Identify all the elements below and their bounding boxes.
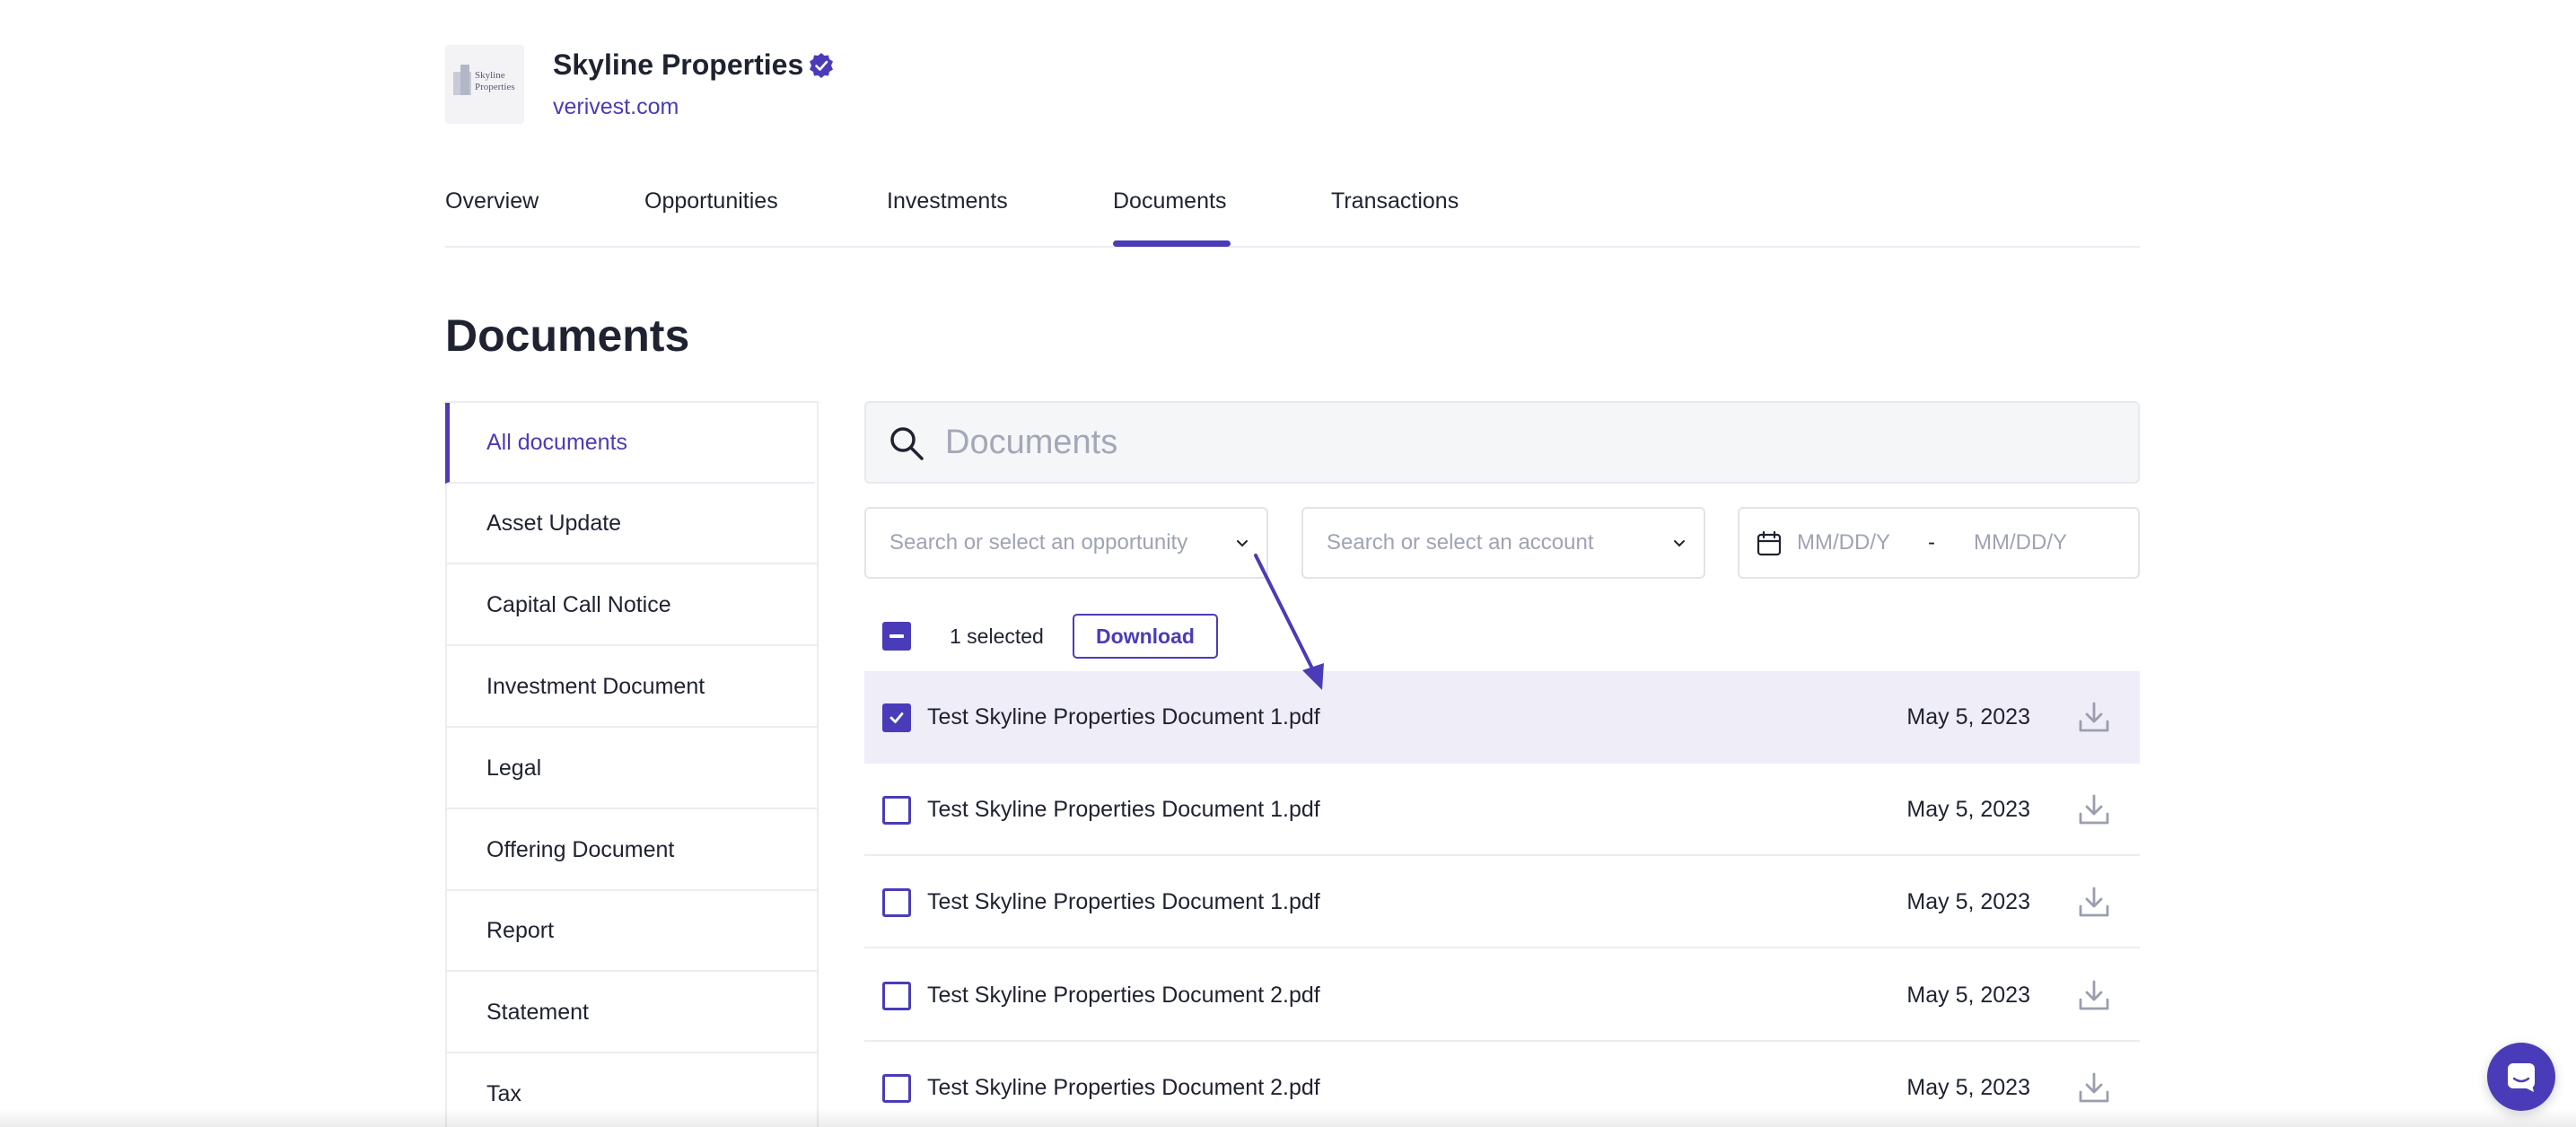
sidebar-item-statement[interactable]: Statement (447, 973, 817, 1053)
document-date: May 5, 2023 (1906, 1075, 2030, 1100)
document-name[interactable]: Test Skyline Properties Document 1.pdf (927, 701, 1320, 733)
opportunity-select-placeholder: Search or select an opportunity (889, 530, 1188, 555)
sidebar-item-legal[interactable]: Legal (447, 729, 817, 809)
document-checkbox[interactable] (882, 796, 911, 825)
document-row[interactable]: Test Skyline Properties Document 1.pdf M… (864, 856, 2140, 948)
search-input[interactable] (945, 415, 2112, 469)
chevron-down-icon (1674, 540, 1685, 547)
download-icon[interactable] (2075, 698, 2113, 736)
tab-overview[interactable]: Overview (445, 185, 539, 217)
page-title: Documents (445, 310, 690, 361)
document-name[interactable]: Test Skyline Properties Document 1.pdf (927, 886, 1320, 918)
download-icon[interactable] (2075, 976, 2113, 1014)
tab-bar: Overview Opportunities Investments Docum… (445, 176, 2140, 248)
selected-count: 1 selected (950, 625, 1044, 648)
select-all-checkbox[interactable] (882, 622, 911, 651)
bottom-shadow (0, 1109, 2576, 1127)
document-row[interactable]: Test Skyline Properties Document 1.pdf M… (864, 671, 2140, 764)
document-date: May 5, 2023 (1906, 704, 2030, 729)
date-separator: - (1928, 530, 1935, 555)
verified-badge-icon (810, 53, 833, 78)
sidebar-item-asset-update[interactable]: Asset Update (447, 484, 817, 564)
document-row[interactable]: Test Skyline Properties Document 1.pdf M… (864, 764, 2140, 856)
sidebar-item-investment-document[interactable]: Investment Document (447, 647, 817, 728)
annotation-arrow-icon (1254, 554, 1324, 690)
tab-transactions[interactable]: Transactions (1331, 185, 1459, 217)
document-name[interactable]: Test Skyline Properties Document 1.pdf (927, 793, 1320, 826)
chevron-down-icon (1237, 540, 1248, 547)
opportunity-select[interactable]: Search or select an opportunity (864, 507, 1268, 579)
download-icon[interactable] (2075, 1069, 2113, 1106)
org-website-link[interactable]: verivest.com (553, 92, 679, 122)
tab-documents[interactable]: Documents (1113, 185, 1226, 217)
active-tab-indicator (1113, 240, 1231, 247)
org-name: Skyline Properties (553, 48, 804, 81)
document-checkbox[interactable] (882, 888, 911, 917)
chat-launcher-button[interactable] (2487, 1043, 2555, 1111)
date-from-input[interactable]: MM/DD/Y (1797, 529, 1890, 557)
tab-investments[interactable]: Investments (887, 185, 1008, 217)
download-icon[interactable] (2075, 883, 2113, 921)
document-date: May 5, 2023 (1906, 983, 2030, 1008)
tab-opportunities[interactable]: Opportunities (644, 185, 778, 217)
search-icon (890, 427, 924, 460)
date-range-picker[interactable]: MM/DD/Y - MM/DD/Y (1738, 507, 2140, 579)
document-date: May 5, 2023 (1906, 797, 2030, 822)
document-checkbox[interactable] (882, 1074, 911, 1103)
document-date: May 5, 2023 (1906, 889, 2030, 914)
chat-icon (2508, 1063, 2535, 1092)
org-header: Skyline Properties Skyline Properties ve… (445, 45, 1253, 126)
document-row[interactable]: Test Skyline Properties Document 2.pdf M… (864, 949, 2140, 1042)
download-selected-button[interactable]: Download (1073, 614, 1218, 659)
account-select[interactable]: Search or select an account (1301, 507, 1705, 579)
checkmark-icon (889, 712, 904, 723)
document-checkbox[interactable] (882, 982, 911, 1010)
document-name[interactable]: Test Skyline Properties Document 2.pdf (927, 1071, 1320, 1104)
document-checkbox[interactable] (882, 703, 911, 732)
account-select-placeholder: Search or select an account (1327, 530, 1594, 555)
calendar-icon (1757, 530, 1782, 556)
sidebar-item-offering-document[interactable]: Offering Document (447, 810, 817, 891)
sidebar-item-report[interactable]: Report (447, 891, 817, 972)
download-icon[interactable] (2075, 791, 2113, 828)
logo-tower-icon (460, 65, 469, 95)
document-search-box (864, 401, 2140, 484)
document-name[interactable]: Test Skyline Properties Document 2.pdf (927, 979, 1320, 1011)
date-to-input[interactable]: MM/DD/Y (1974, 529, 2067, 557)
logo-text: Skyline Properties (475, 70, 515, 92)
document-category-sidebar: All documents Asset Update Capital Call … (445, 401, 819, 1127)
sidebar-item-capital-call-notice[interactable]: Capital Call Notice (447, 565, 817, 646)
org-logo: Skyline Properties (445, 45, 524, 124)
sidebar-item-all-documents[interactable]: All documents (445, 403, 815, 484)
